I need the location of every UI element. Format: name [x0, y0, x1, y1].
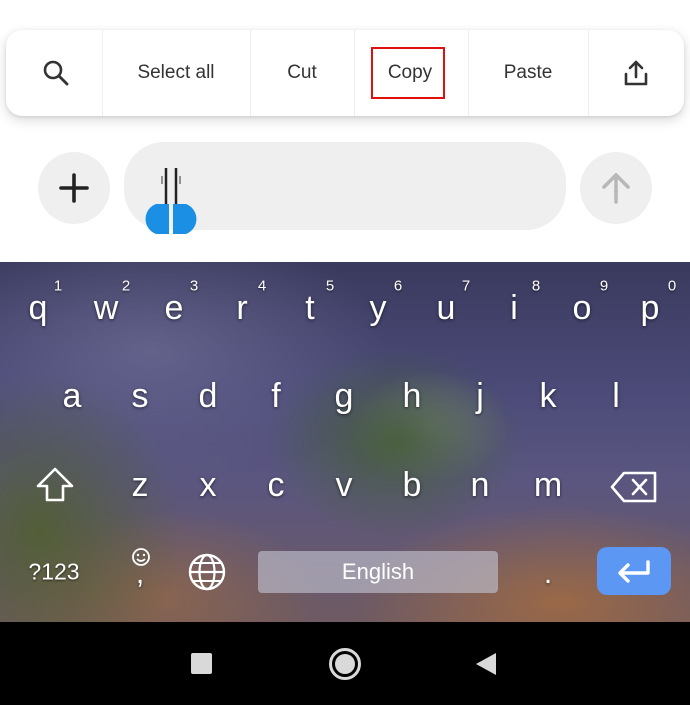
key-s[interactable]: s: [132, 379, 149, 413]
key-q[interactable]: q: [29, 291, 48, 325]
key-e[interactable]: e: [165, 291, 184, 325]
home-circle-icon[interactable]: [328, 647, 362, 681]
text-selection-handles-icon: [145, 168, 197, 234]
key-c[interactable]: c: [268, 468, 285, 502]
key-m[interactable]: m: [534, 468, 562, 502]
key-g[interactable]: g: [335, 379, 354, 413]
key-y[interactable]: y: [370, 291, 387, 325]
key-hint-number: 4: [257, 277, 267, 295]
paste-label: Paste: [503, 62, 553, 83]
paste-button[interactable]: Paste: [468, 30, 588, 116]
key-o[interactable]: o: [573, 291, 592, 325]
key-f[interactable]: f: [271, 379, 280, 413]
key-w[interactable]: w: [94, 291, 119, 325]
key-u[interactable]: u: [437, 291, 456, 325]
key-i[interactable]: i: [510, 291, 518, 325]
key-k[interactable]: k: [540, 379, 557, 413]
cut-button[interactable]: Cut: [250, 30, 354, 116]
space-key-label: English: [341, 559, 415, 584]
shift-key[interactable]: [35, 466, 75, 504]
key-x[interactable]: x: [200, 468, 217, 502]
key-n[interactable]: n: [471, 468, 490, 502]
key-hint-number: 0: [667, 277, 677, 295]
key-j[interactable]: j: [476, 379, 484, 413]
back-triangle-icon[interactable]: [475, 652, 497, 676]
key-z[interactable]: z: [132, 468, 149, 502]
select-all-label: Select all: [137, 62, 215, 83]
key-hint-number: 3: [189, 277, 199, 295]
key-v[interactable]: v: [336, 468, 353, 502]
key-hint-number: 7: [461, 277, 471, 295]
cut-label: Cut: [287, 62, 317, 83]
comma-key[interactable]: ,: [136, 559, 144, 589]
space-key[interactable]: English: [258, 551, 498, 593]
divider: [102, 30, 103, 116]
key-b[interactable]: b: [403, 468, 422, 502]
key-hint-number: 1: [53, 277, 63, 295]
keyboard: q w e r t y u i o p 1 2 3 4 5 6 7 8 9 0 …: [0, 262, 690, 622]
text-selection-toolbar: Select all Cut Copy Paste: [6, 30, 684, 116]
enter-arrow-icon: [618, 560, 650, 583]
key-hint-number: 9: [599, 277, 609, 295]
arrow-up-icon: [602, 173, 630, 204]
send-button[interactable]: [580, 152, 652, 224]
share-icon: [624, 60, 648, 86]
copy-highlight-box: [371, 47, 445, 99]
key-h[interactable]: h: [403, 379, 422, 413]
enter-key[interactable]: [597, 547, 671, 595]
search-button[interactable]: [6, 30, 106, 116]
key-r[interactable]: r: [236, 291, 247, 325]
key-hint-number: 5: [325, 277, 335, 295]
plus-icon: [59, 173, 89, 203]
share-button[interactable]: [588, 30, 684, 116]
select-all-button[interactable]: Select all: [106, 30, 246, 116]
key-t[interactable]: t: [305, 291, 314, 325]
backspace-key[interactable]: [610, 470, 658, 504]
symbols-key[interactable]: ?123: [28, 559, 79, 586]
key-l[interactable]: l: [612, 379, 620, 413]
add-attachment-button[interactable]: [38, 152, 110, 224]
key-p[interactable]: p: [641, 291, 660, 325]
key-hint-number: 6: [393, 277, 403, 295]
search-icon: [43, 60, 69, 86]
system-navigation-bar: [0, 622, 690, 705]
key-hint-number: 2: [121, 277, 131, 295]
recents-square-icon[interactable]: [191, 653, 212, 674]
key-hint-number: 8: [531, 277, 541, 295]
period-key[interactable]: .: [544, 559, 552, 589]
globe-icon[interactable]: [187, 552, 227, 592]
key-a[interactable]: a: [63, 379, 82, 413]
key-d[interactable]: d: [199, 379, 218, 413]
